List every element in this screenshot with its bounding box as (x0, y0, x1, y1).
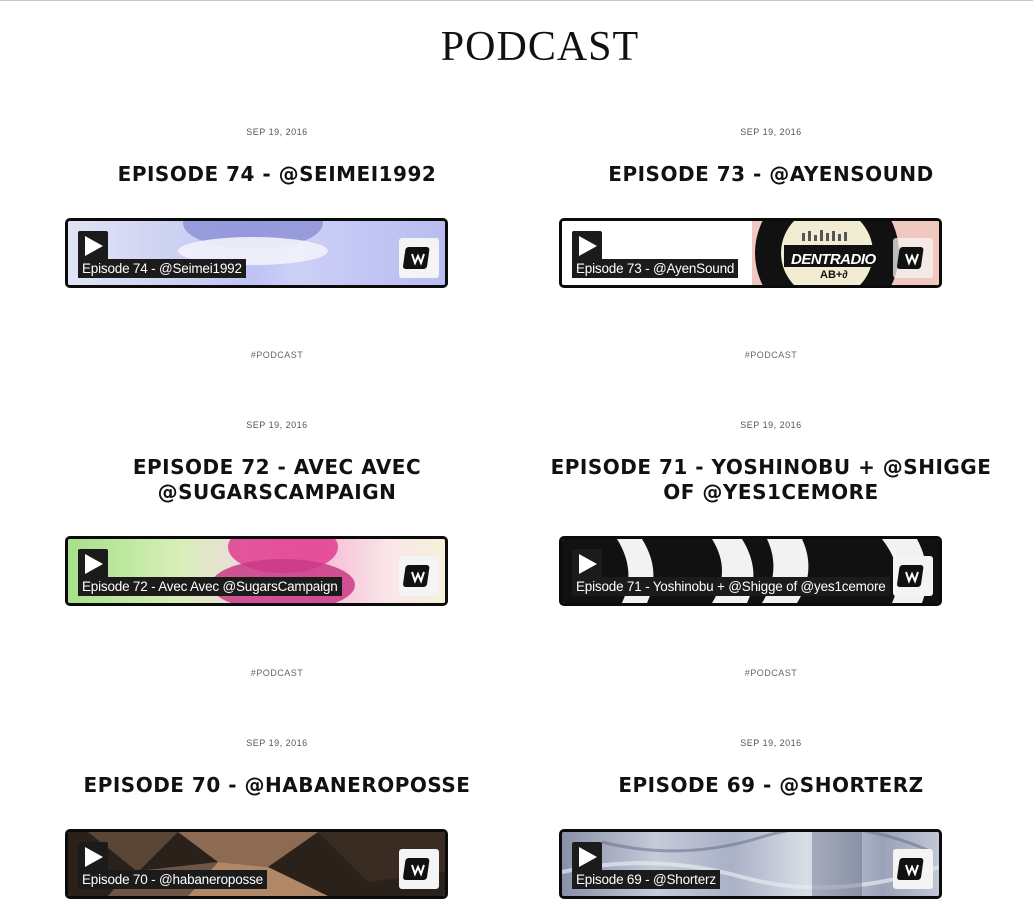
play-icon (579, 236, 597, 256)
play-button[interactable] (78, 549, 108, 579)
post-tag[interactable]: #PODCAST (741, 668, 801, 678)
art-brand-text: DENTRADIO (791, 251, 876, 268)
audio-player-episode-72[interactable]: Episode 72 - Avec Avec @SugarsCampaign (65, 536, 448, 606)
play-icon (579, 554, 597, 574)
post-tag[interactable]: #PODCAST (247, 668, 307, 678)
audio-player-episode-69[interactable]: Episode 69 - @Shorterz (559, 829, 942, 899)
audio-player-episode-73[interactable]: DENTRADIO AB+∂ Episode 73 - @AyenSound (559, 218, 942, 288)
audio-player-episode-74[interactable]: Episode 74 - @Seimei1992 (65, 218, 448, 288)
mixcloud-logo-icon[interactable] (399, 238, 439, 278)
post-tag[interactable]: #PODCAST (247, 350, 307, 360)
play-button[interactable] (78, 842, 108, 872)
post-date: SEP 19, 2016 (740, 127, 802, 137)
post-episode-72: SEP 19, 2016 EPISODE 72 - AVEC AVEC @SUG… (57, 419, 497, 505)
post-title[interactable]: EPISODE 74 - @SEIMEI1992 (57, 162, 497, 187)
mixcloud-logo-icon[interactable] (399, 849, 439, 889)
post-episode-74: SEP 19, 2016 EPISODE 74 - @SEIMEI1992 (57, 126, 497, 187)
post-title[interactable]: EPISODE 70 - @HABANEROPOSSE (57, 773, 497, 798)
episode-label[interactable]: Episode 73 - @AyenSound (572, 259, 739, 278)
episode-label[interactable]: Episode 71 - Yoshinobu + @Shigge of @yes… (572, 577, 890, 596)
post-title[interactable]: EPISODE 72 - AVEC AVEC @SUGARSCAMPAIGN (57, 455, 497, 505)
post-tag[interactable]: #PODCAST (741, 350, 801, 360)
audio-player-episode-70[interactable]: Episode 70 - @habaneroposse (65, 829, 448, 899)
play-icon (85, 236, 103, 256)
post-date: SEP 19, 2016 (740, 738, 802, 748)
post-title[interactable]: EPISODE 69 - @SHORTERZ (551, 773, 991, 798)
post-episode-69: SEP 19, 2016 EPISODE 69 - @SHORTERZ (551, 737, 991, 798)
post-date: SEP 19, 2016 (246, 738, 308, 748)
page-title: PODCAST (440, 24, 640, 70)
episode-label[interactable]: Episode 70 - @habaneroposse (78, 870, 267, 889)
post-episode-70: SEP 19, 2016 EPISODE 70 - @HABANEROPOSSE (57, 737, 497, 798)
play-button[interactable] (572, 842, 602, 872)
mixcloud-logo-icon[interactable] (893, 238, 933, 278)
play-icon (579, 847, 597, 867)
mixcloud-logo-icon[interactable] (893, 849, 933, 889)
mixcloud-logo-icon[interactable] (893, 556, 933, 596)
audio-player-episode-71[interactable]: Episode 71 - Yoshinobu + @Shigge of @yes… (559, 536, 942, 606)
play-icon (85, 554, 103, 574)
play-icon (85, 847, 103, 867)
play-button[interactable] (572, 549, 602, 579)
play-button[interactable] (572, 231, 602, 261)
episode-label[interactable]: Episode 74 - @Seimei1992 (78, 259, 246, 278)
mixcloud-logo-icon[interactable] (399, 556, 439, 596)
episode-label[interactable]: Episode 72 - Avec Avec @SugarsCampaign (78, 577, 342, 596)
post-date: SEP 19, 2016 (246, 420, 308, 430)
post-title[interactable]: EPISODE 73 - @AYENSOUND (551, 162, 991, 187)
post-episode-71: SEP 19, 2016 EPISODE 71 - YOSHINOBU + @S… (551, 419, 991, 505)
episode-label[interactable]: Episode 69 - @Shorterz (572, 870, 720, 889)
post-episode-73: SEP 19, 2016 EPISODE 73 - @AYENSOUND (551, 126, 991, 187)
art-brand-subtext: AB+∂ (820, 269, 848, 281)
post-title[interactable]: EPISODE 71 - YOSHINOBU + @SHIGGE OF @YES… (539, 455, 1003, 505)
post-date: SEP 19, 2016 (246, 127, 308, 137)
post-date: SEP 19, 2016 (740, 420, 802, 430)
play-button[interactable] (78, 231, 108, 261)
